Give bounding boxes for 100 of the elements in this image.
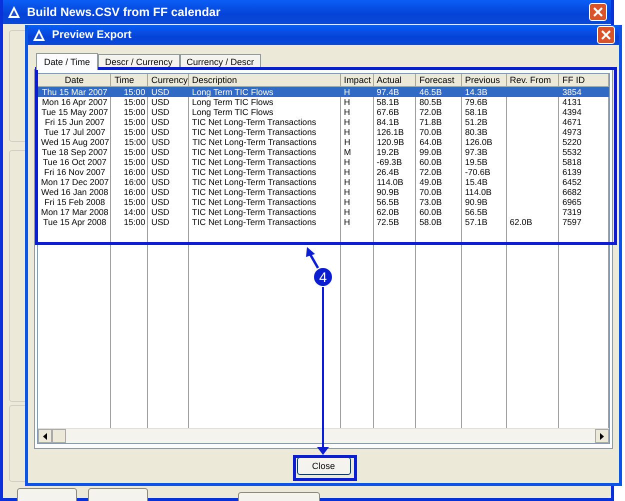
table-cell: USD: [152, 177, 170, 187]
table-cell: Long Term TIC Flows: [192, 87, 274, 97]
table-cell: 4671: [562, 117, 582, 127]
table-cell: 19.2B: [376, 147, 400, 157]
table-cell: USD: [151, 127, 170, 137]
table-cell: 60.0B: [419, 207, 442, 217]
tab[interactable]: Date / Time: [36, 53, 98, 70]
table-cell: USD: [151, 157, 170, 167]
table-cell: 5818: [562, 157, 582, 167]
table-cell: 3854: [562, 87, 582, 97]
app-icon: [32, 28, 46, 42]
table-cell: 4131: [562, 97, 582, 107]
table-cell: H: [344, 187, 350, 197]
table-cell: USD: [151, 147, 170, 157]
table-cell: 15:00: [124, 117, 146, 127]
table-cell: 19.5B: [465, 157, 488, 167]
table-cell: H: [344, 137, 350, 147]
table-cell: Mon 16 Apr 2007: [42, 97, 108, 107]
table-cell: TIC Net Long-Term Transactions: [192, 157, 316, 167]
table-cell: 5532: [562, 147, 582, 157]
table-cell: USD: [151, 217, 170, 227]
table-cell: 90.9B: [465, 197, 488, 207]
table-cell: 84.1B: [376, 117, 400, 127]
table-cell: Long Term TIC Flows: [192, 107, 274, 117]
table-cell: 114.0B: [465, 187, 492, 197]
table-cell: Wed 15 Aug 2007: [41, 137, 110, 147]
table-cell: H: [344, 167, 350, 177]
table-cell: 71.8B: [419, 117, 442, 127]
table-cell: 80.3B: [465, 127, 488, 137]
table-cell: H: [344, 157, 350, 167]
table-cell: TIC Net Long-Term Transactions: [192, 127, 316, 137]
table-cell: 80.5B: [419, 97, 442, 107]
table-cell: H: [344, 117, 350, 127]
table-cell: H: [344, 107, 350, 117]
scroll-thumb[interactable]: [52, 429, 66, 443]
table-cell: Fri 16 Nov 2007: [44, 167, 106, 177]
table-cell: 15:00: [124, 217, 146, 227]
table-cell: 97.4B: [376, 87, 400, 97]
table-cell: Fri 15 Jun 2007: [44, 117, 105, 127]
table-cell: Tue 16 Oct 2007: [42, 157, 107, 167]
table-cell: TIC Net Long-Term Transactions: [192, 197, 316, 207]
table-cell: 49.0B: [419, 177, 442, 187]
close-icon: [593, 7, 603, 17]
table-cell: M: [344, 147, 351, 157]
table-cell: 5220: [562, 137, 582, 147]
table-cell: Mon 17 Dec 2007: [41, 177, 109, 187]
table-cell: 114.0B: [376, 177, 404, 187]
highlight-overlay: [293, 455, 357, 481]
close-icon: [601, 30, 611, 40]
table-cell: 58.0B: [419, 217, 442, 227]
table-cell: TIC Net Long-Term Transactions: [192, 217, 316, 227]
table-cell: USD: [152, 137, 170, 147]
table-cell: 15:00: [124, 137, 146, 147]
table-cell: Tue 18 Sep 2007: [42, 147, 108, 157]
table-cell: USD: [151, 107, 170, 117]
table-cell: TIC Net Long-Term Transactions: [192, 137, 317, 147]
table-cell: Thu 15 Mar 2007: [42, 87, 108, 97]
table-cell: 4394: [562, 107, 582, 117]
table-cell: USD: [151, 207, 170, 217]
table-cell: 120.9B: [376, 137, 404, 147]
table-cell: Wed 16 Jan 2008: [41, 187, 108, 197]
dialog-title: Preview Export: [52, 29, 132, 41]
table-cell: 70.0B: [419, 187, 442, 197]
table-cell: 60.0B: [419, 157, 442, 167]
table-cell: 15:00: [124, 97, 146, 107]
horizontal-scrollbar[interactable]: [38, 428, 609, 443]
table-cell: 72.5B: [376, 217, 400, 227]
table-cell: USD: [151, 97, 170, 107]
table-cell: USD: [151, 167, 170, 177]
table-cell: 26.4B: [376, 167, 400, 177]
table-cell: H: [344, 197, 350, 207]
table-cell: Fri 15 Feb 2008: [44, 197, 106, 207]
table-cell: 70.0B: [419, 127, 442, 137]
close-button[interactable]: [597, 26, 615, 44]
table-cell: TIC Net Long-Term Transactions: [192, 167, 316, 177]
table-cell: 15:00: [124, 157, 146, 167]
left-arrow-icon: [43, 432, 47, 440]
table-cell: 16:00: [124, 177, 146, 187]
table-cell: 15:00: [124, 197, 146, 207]
table-cell: USD: [151, 187, 170, 197]
table-cell: TIC Net Long-Term Transactions: [192, 207, 316, 217]
window-title: Build News.CSV from FF calendar: [27, 5, 222, 19]
table-cell: H: [344, 87, 350, 97]
table-cell: Mon 17 Mar 2008: [41, 207, 108, 217]
close-button[interactable]: [589, 3, 607, 21]
table-cell: 90.9B: [376, 187, 400, 197]
callout-arrow: [306, 247, 320, 269]
table-cell: 15:00: [124, 147, 146, 157]
table-cell: 14.3B: [465, 87, 488, 97]
table-cell: 4973: [562, 127, 582, 137]
table-row[interactable]: Thu 15 Mar 2007 15:00 USD Long Term TIC Flows H 97.4B 46.5B 14.3B 3854: [38, 87, 609, 97]
table-cell: TIC Net Long-Term Transactions: [192, 117, 316, 127]
table-cell: 15.4B: [465, 177, 488, 187]
table-cell: 67.6B: [376, 107, 400, 117]
table-cell: 72.0B: [419, 167, 442, 177]
table-cell: 64.0B: [420, 137, 442, 147]
table-cell: 58.1B: [465, 107, 488, 117]
close-dialog-button[interactable]: Close: [296, 457, 350, 475]
table-cell: 7319: [562, 207, 582, 217]
table-cell: 6452: [562, 177, 582, 187]
